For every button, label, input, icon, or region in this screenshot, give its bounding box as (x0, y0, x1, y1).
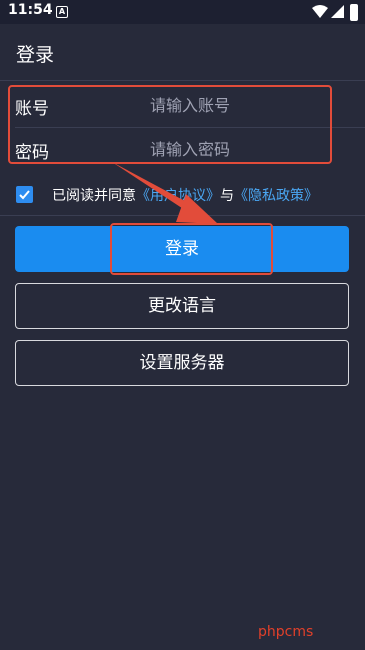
check-icon (19, 190, 30, 200)
set-server-button[interactable]: 设置服务器 (15, 340, 349, 386)
login-form: 账号 密码 (0, 82, 365, 168)
privacy-policy-link[interactable]: 《隐私政策》 (234, 188, 318, 204)
wifi-icon (312, 5, 328, 18)
battery-icon (350, 4, 358, 21)
login-button[interactable]: 登录 (15, 226, 349, 272)
page-title: 登录 (16, 44, 55, 66)
signal-icon (331, 5, 344, 18)
agreement-checkbox[interactable] (16, 186, 33, 203)
password-label: 密码 (15, 143, 49, 163)
status-time: 11:54 (8, 2, 53, 18)
account-row: 账号 (0, 84, 365, 126)
change-language-button[interactable]: 更改语言 (15, 283, 349, 329)
account-input[interactable] (150, 90, 350, 120)
watermark: phpcms (258, 624, 314, 640)
notification-icon: A (56, 6, 68, 18)
status-bar: 11:54 A (0, 0, 365, 24)
account-label: 账号 (15, 99, 49, 119)
annotation-arrow-icon (112, 162, 218, 224)
divider (0, 80, 365, 81)
